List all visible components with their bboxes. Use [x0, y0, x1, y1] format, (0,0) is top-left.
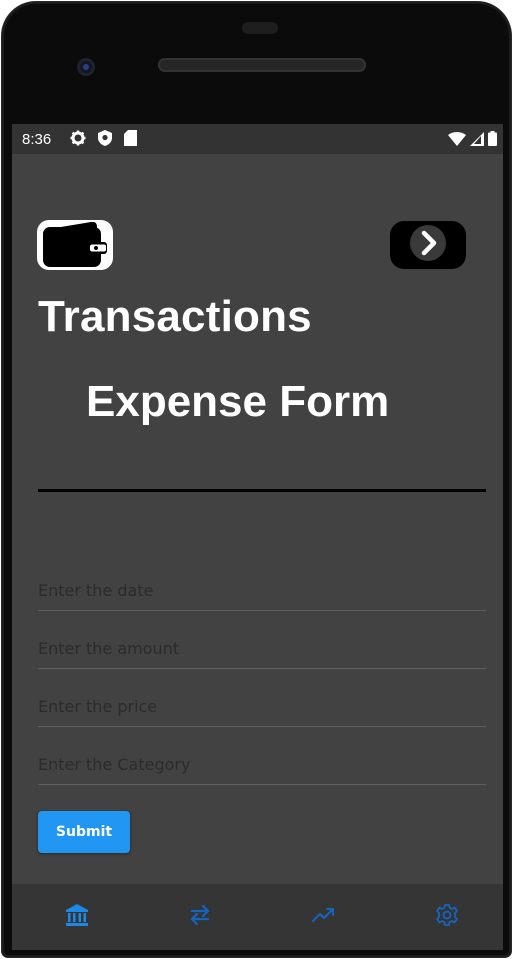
sd-card-icon	[124, 130, 137, 150]
page-title: Transactions	[38, 292, 312, 341]
section-divider	[38, 489, 486, 492]
battery-icon	[488, 131, 497, 150]
date-input[interactable]	[38, 581, 486, 600]
gear-icon	[70, 130, 86, 150]
chevron-right-icon	[408, 223, 448, 268]
trending-up-icon	[311, 903, 337, 932]
status-icons-left	[70, 130, 137, 150]
app-screen: 8:36 Transactions Expense Form Enter the…	[12, 124, 503, 950]
wallet-icon	[37, 221, 113, 274]
next-button[interactable]	[390, 221, 466, 269]
wallet-button[interactable]	[37, 220, 113, 270]
nav-item-transfer[interactable]	[185, 902, 215, 932]
signal-icon	[470, 131, 484, 150]
status-time: 8:36	[22, 131, 52, 148]
date-field-container	[38, 552, 486, 611]
price-input[interactable]	[38, 697, 486, 716]
price-field-container	[38, 668, 486, 727]
phone-frame: 8:36 Transactions Expense Form Enter the…	[2, 2, 511, 957]
category-input[interactable]	[38, 755, 486, 774]
amount-field-container	[38, 610, 486, 669]
top-speaker	[242, 22, 278, 34]
nav-item-trends[interactable]	[309, 902, 339, 932]
submit-button[interactable]: Submit	[38, 811, 130, 853]
nav-item-bank[interactable]	[62, 902, 92, 932]
bottom-nav	[12, 884, 503, 950]
front-camera	[77, 58, 95, 76]
category-field-container	[38, 726, 486, 785]
transfer-icon	[188, 903, 212, 932]
status-icons-right	[448, 131, 497, 150]
nav-item-settings[interactable]	[432, 902, 462, 932]
earpiece-grille	[158, 58, 366, 72]
amount-input[interactable]	[38, 639, 486, 658]
shield-icon	[98, 130, 112, 150]
status-bar: 8:36	[12, 124, 503, 154]
form-title: Expense Form	[86, 377, 390, 426]
bank-icon	[65, 903, 89, 932]
wifi-icon	[448, 131, 466, 150]
settings-icon	[435, 903, 459, 932]
